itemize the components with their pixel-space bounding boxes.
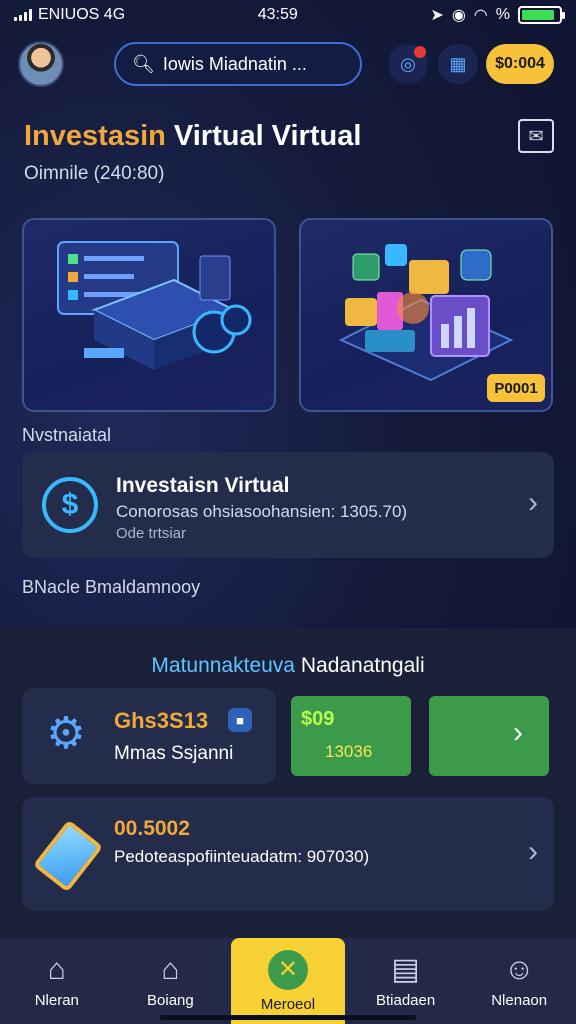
house-icon: ⌂ bbox=[161, 952, 180, 986]
page-title-accent: Investasin bbox=[24, 119, 166, 152]
investment-subtext: Ode trtsiar bbox=[116, 525, 187, 542]
phone-description: Pedoteaspofiinteuadatm: 907030) bbox=[114, 847, 370, 866]
chevron-right-icon: › bbox=[528, 835, 538, 868]
coin-balance-button[interactable]: $0:004 bbox=[486, 44, 554, 84]
promo-title-rest: Nadanatngali bbox=[300, 654, 425, 677]
home-icon: ⌂ bbox=[47, 952, 66, 986]
nav-item-profile[interactable]: ☺ Nlenaon bbox=[462, 938, 576, 1024]
dashboard-illustration bbox=[57, 241, 252, 370]
smiley-icon: ☺ bbox=[503, 952, 535, 986]
green-box-value: $09 bbox=[301, 708, 335, 730]
battery-icon bbox=[517, 6, 565, 24]
carrier-label: ENIUOS 4G bbox=[38, 6, 126, 23]
avatar[interactable] bbox=[18, 41, 64, 87]
nav-item-house[interactable]: ⌂ Boiang bbox=[114, 938, 228, 1024]
header: 🔍︎ Iowis Miadnatin ... ◎ ▦ $0:004 bbox=[18, 40, 558, 88]
promo-title-accent: Matunnakteuva bbox=[151, 654, 295, 677]
status-bar: ENIUOS 4G 43:59 ➤ ◉ ◠ % bbox=[0, 0, 576, 30]
search-icon: 🔍︎ bbox=[132, 53, 155, 74]
wifi-icon: ◠ bbox=[473, 7, 488, 24]
green-box-subvalue: 13036 bbox=[325, 742, 373, 761]
phone-card[interactable]: 00.5002 Pedoteaspofiinteuadatm: 907030) … bbox=[22, 797, 554, 911]
green-arrow-button[interactable]: › bbox=[429, 696, 549, 776]
gift-button[interactable]: ▦ bbox=[438, 44, 478, 84]
investment-description: Conorosas ohsiasoohansien: 1305.70) bbox=[116, 502, 408, 521]
gear-icon: ⚙ bbox=[46, 709, 86, 758]
showcase-card-dashboard[interactable] bbox=[22, 218, 276, 412]
nav-item-document[interactable]: ▤ Btiadaen bbox=[349, 938, 463, 1024]
compass-icon: ✕ bbox=[267, 949, 308, 990]
lock-icon: ■ bbox=[228, 708, 252, 732]
mail-button[interactable]: ✉ bbox=[518, 119, 554, 153]
phone-value: 00.5002 bbox=[114, 817, 190, 840]
green-value-box[interactable]: $09 13036 bbox=[291, 696, 411, 776]
page-subtitle: Oimnile (240:80) bbox=[24, 163, 165, 184]
showcase-card-market[interactable]: P0001 bbox=[299, 218, 553, 412]
stat-card[interactable]: ⚙ Ghs3S13 ■ Mmas Ssjanni bbox=[22, 688, 276, 784]
clock: 43:59 bbox=[257, 6, 298, 23]
investment-title: Investaisn Virtual bbox=[116, 474, 290, 497]
price-tag[interactable]: P0001 bbox=[487, 374, 545, 402]
home-indicator bbox=[160, 1015, 416, 1020]
title-row: Investasin Virtual Virtual ✉ bbox=[24, 118, 554, 154]
search-bar[interactable]: 🔍︎ Iowis Miadnatin ... bbox=[114, 42, 362, 86]
battery-fill bbox=[521, 10, 555, 20]
bottom-nav: ⌂ Nleran ⌂ Boiang ✕ Meroeol ▤ Btiadaen ☺… bbox=[0, 938, 576, 1024]
promo-title: Matunnakteuva Nadanatngali bbox=[0, 654, 576, 678]
nav-label: Meroeol bbox=[260, 995, 316, 1013]
document-icon: ▤ bbox=[391, 952, 420, 986]
page-title-rest: Virtual Virtual bbox=[173, 119, 362, 152]
nav-item-compass[interactable]: ✕ Meroeol bbox=[231, 938, 345, 1024]
battery-percent: % bbox=[495, 6, 510, 23]
stat-value: Ghs3S13 bbox=[114, 708, 209, 733]
nav-item-home[interactable]: ⌂ Nleran bbox=[0, 938, 114, 1024]
chevron-right-icon: › bbox=[513, 716, 523, 749]
alarm-icon: ◉ bbox=[451, 7, 466, 24]
search-text: Iowis Miadnatin ... bbox=[162, 53, 307, 74]
bell-icon: ◎ bbox=[400, 53, 416, 74]
nav-label: Boiang bbox=[147, 991, 194, 1009]
gift-icon: ▦ bbox=[449, 53, 467, 74]
section-label-investment: Nvstnaiatal bbox=[22, 425, 112, 445]
stat-label: Mmas Ssjanni bbox=[114, 743, 234, 764]
dollar-icon: $ bbox=[42, 477, 98, 533]
notification-button[interactable]: ◎ bbox=[388, 44, 428, 84]
nav-label: Nleran bbox=[34, 991, 79, 1009]
phone-icon bbox=[32, 819, 104, 893]
status-right: ➤ ◉ ◠ % bbox=[430, 5, 565, 25]
investment-card[interactable]: $ Investaisn Virtual Conorosas ohsiasooh… bbox=[22, 452, 554, 558]
signal-icon bbox=[14, 9, 32, 21]
status-left: ENIUOS 4G bbox=[14, 6, 125, 24]
section-label-secondary: BNacle Bmaldamnooy bbox=[22, 577, 201, 597]
nav-label: Btiadaen bbox=[375, 991, 436, 1009]
nav-label: Nlenaon bbox=[491, 991, 548, 1009]
location-icon: ➤ bbox=[430, 7, 444, 24]
chevron-right-icon: › bbox=[528, 486, 538, 519]
page-title: Investasin Virtual Virtual bbox=[24, 120, 361, 153]
notification-badge bbox=[414, 46, 426, 58]
mail-icon: ✉ bbox=[528, 125, 544, 146]
